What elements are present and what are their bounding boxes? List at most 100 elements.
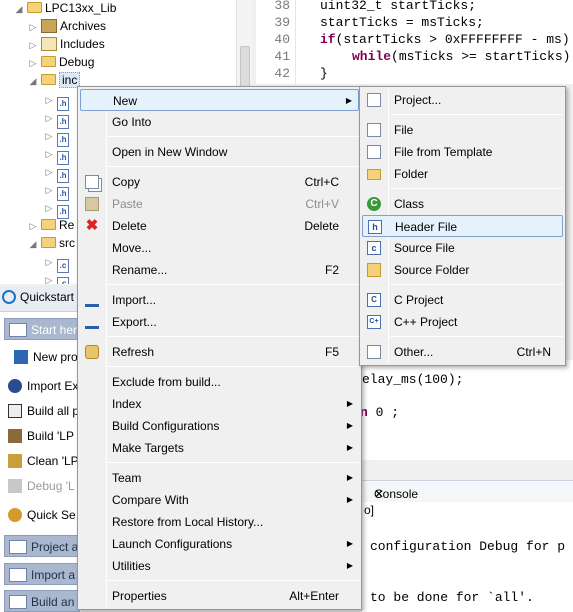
menu-item-team[interactable]: Team ▶ [80,467,359,489]
menu-item-compare-with[interactable]: Compare With ▶ [80,489,359,511]
menu-item-c-project[interactable]: C C Project [362,289,563,311]
menu-item-utilities[interactable]: Utilities ▶ [80,555,359,577]
menu-item-source-file[interactable]: c Source File [362,237,563,259]
tree-item-source[interactable]: ▷ .c [44,270,72,284]
expanded-arrow-icon[interactable]: ◢ [28,72,38,90]
menu-item-cplusplus-project[interactable]: C+ C++ Project [362,311,563,333]
menu-item-source-folder[interactable]: Source Folder [362,259,563,281]
menu-separator [108,366,359,367]
menu-item-export[interactable]: Export... [80,311,359,333]
menu-item-label: Launch Configurations [112,537,233,551]
tree-item-debug[interactable]: ▷ Debug [28,53,95,72]
collapsed-arrow-icon[interactable]: ▷ [44,109,54,127]
close-icon[interactable]: ✕ [374,487,384,501]
quickstart-build-all[interactable]: Build all p [8,400,79,422]
class-icon: C [367,197,381,211]
menu-item-delete[interactable]: ✖ Delete Delete [80,215,359,237]
tree-item-header[interactable]: ▷ .h [44,108,72,129]
tree-item-label: Archives [60,19,107,33]
collapsed-arrow-icon[interactable]: ▷ [44,127,54,145]
tree-item-resources[interactable]: ▷ Re [28,216,75,235]
menu-item-index[interactable]: Index ▶ [80,393,359,415]
archives-icon [41,19,57,33]
tree-item-includes[interactable]: ▷ Includes [28,35,105,53]
quickstart-section-project[interactable]: Project a [4,535,80,557]
tree-item-source[interactable]: ▷ .c [44,252,72,273]
quickstart-new-project[interactable]: New pro [14,346,78,368]
menu-item-folder[interactable]: Folder [362,163,563,185]
menu-item-build-configurations[interactable]: Build Configurations ▶ [80,415,359,437]
tree-item-src[interactable]: ◢ src [28,234,75,252]
tab-quickstart[interactable]: Quickstart [2,290,74,304]
menu-item-file-from-template[interactable]: File from Template [362,141,563,163]
collapsed-arrow-icon[interactable]: ▷ [44,181,54,199]
tab-console[interactable]: Console ✕ [362,480,573,502]
menu-item-header-file[interactable]: h Header File [362,215,563,237]
code-text: (startTicks > 0xFFFFFFFF - ms) [335,32,570,47]
quickstart-panel: Start her New pro Import Ex Build all p … [0,312,80,612]
tree-item-header[interactable]: ▷ .h [44,198,72,219]
tree-item-header[interactable]: ▷ .h [44,180,72,201]
menu-item-other[interactable]: Other... Ctrl+N [362,341,563,363]
code-editor[interactable]: 38 39 40 41 42 uint32_t startTicks; star… [256,0,573,84]
menu-item-label: Other... [394,345,434,359]
expanded-arrow-icon[interactable]: ◢ [14,0,24,18]
collapsed-arrow-icon[interactable]: ▷ [44,163,54,181]
menu-item-exclude-from-build[interactable]: Exclude from build... [80,371,359,393]
menu-item-rename[interactable]: Rename... F2 [80,259,359,281]
console-view[interactable]: o] configuration Debug for p to be done … [362,502,573,612]
menu-item-make-targets[interactable]: Make Targets ▶ [80,437,359,459]
collapsed-arrow-icon[interactable]: ▷ [28,217,38,235]
collapsed-arrow-icon[interactable]: ▷ [44,91,54,109]
menu-item-move[interactable]: Move... [80,237,359,259]
tree-item-header[interactable]: ▷ .h [44,144,72,165]
collapsed-arrow-icon[interactable]: ▷ [44,253,54,271]
quickstart-clean[interactable]: Clean 'LP [8,450,79,472]
tree-item-header[interactable]: ▷ .h [44,126,72,147]
menu-item-class[interactable]: C Class [362,193,563,215]
menu-item-label: C Project [394,293,444,307]
collapsed-arrow-icon[interactable]: ▷ [44,271,54,284]
tree-item-project[interactable]: ◢ LPC13xx_Lib [14,0,117,18]
tree-item-header[interactable]: ▷ .h [44,162,72,183]
quickstart-section-build[interactable]: Build an [4,590,80,612]
menu-item-project[interactable]: Project... [362,89,563,111]
collapsed-arrow-icon[interactable]: ▷ [28,18,38,36]
menu-item-label: Class [394,197,425,211]
menu-item-label: Folder [394,167,429,181]
console-toolbar-text: o] [364,503,375,517]
menu-item-file[interactable]: File [362,119,563,141]
quickstart-section-import[interactable]: Import a [4,563,80,585]
collapsed-arrow-icon[interactable]: ▷ [44,199,54,217]
menu-item-copy[interactable]: Copy Ctrl+C [80,171,359,193]
tree-item-header[interactable]: ▷ .h [44,90,72,111]
quickstart-section-start[interactable]: Start her [4,318,80,340]
menu-item-launch-configurations[interactable]: Launch Configurations ▶ [80,533,359,555]
quickstart-build[interactable]: Build 'LP [8,425,74,447]
menu-item-paste: Paste Ctrl+V [80,193,359,215]
collapsed-arrow-icon[interactable]: ▷ [28,54,38,72]
tree-item-inc[interactable]: ◢ inc [28,71,81,90]
quickstart-import[interactable]: Import Ex [8,375,78,397]
quickstart-quick-settings[interactable]: Quick Se [8,504,76,526]
menu-item-label: Team [112,471,142,485]
menu-item-refresh[interactable]: Refresh F5 [80,341,359,363]
menu-item-open-in-new-window[interactable]: Open in New Window [80,141,359,163]
line-number: 38 [274,0,290,13]
menu-item-label: Source Folder [394,263,470,277]
expanded-arrow-icon[interactable]: ◢ [28,235,38,253]
code-editor-lower[interactable]: elay_ms(100); n 0 ; [360,360,573,460]
code-line: startTicks = msTicks; [320,15,484,30]
power-icon [2,290,16,304]
tree-item-archives[interactable]: ▷ Archives [28,17,106,35]
menu-item-new[interactable]: New ▶ [80,89,359,111]
menu-item-properties[interactable]: Properties Alt+Enter [80,585,359,607]
collapsed-arrow-icon[interactable]: ▷ [44,145,54,163]
quickstart-debug: Debug 'L [8,475,75,497]
broom-icon [8,454,22,468]
menu-item-go-into[interactable]: Go Into [80,111,359,133]
menu-item-label: Refresh [112,345,155,359]
menu-item-restore-from-local-history[interactable]: Restore from Local History... [80,511,359,533]
menu-item-import[interactable]: Import... [80,289,359,311]
collapsed-arrow-icon[interactable]: ▷ [28,36,38,54]
